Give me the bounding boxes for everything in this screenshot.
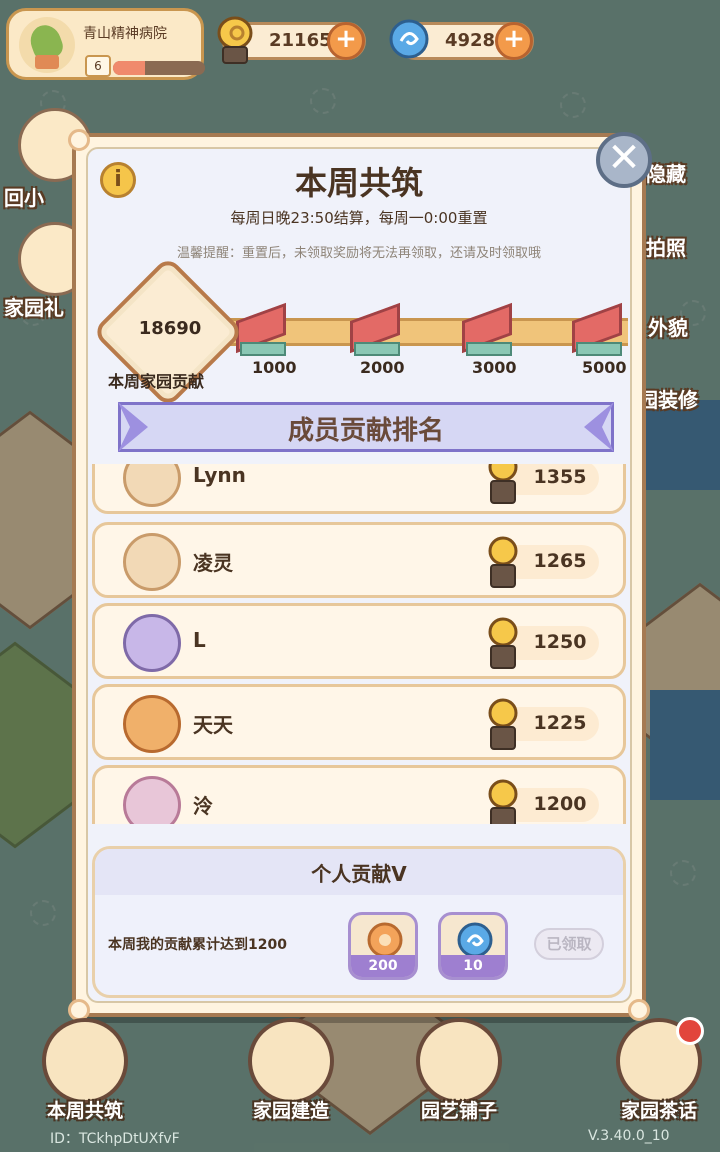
ranking-title: 成员贡献排名 [287,416,444,446]
add-gem-button[interactable]: + [495,22,533,60]
ranking-list[interactable]: Lynn 1355 凌灵 1265 L 1250 天天 1225 泠 1200 [92,464,626,824]
blue-swirl-icon [457,922,493,958]
milestone-label: 1000 [252,358,297,377]
nav-label: 本周共筑 [46,1100,123,1122]
coin-counter: 21165 + [217,16,366,64]
member-name: L [193,628,206,652]
reward-item[interactable]: 200 [348,912,418,980]
level-badge: 6 [85,55,111,77]
player-id: ID：TCkhpDtUXfvF [50,1131,180,1147]
reward-count: 200 [351,955,415,977]
home-profile-card[interactable]: 青山精神病院 6 [6,8,205,80]
reward-ribbon-icon[interactable] [346,302,404,358]
corner-ornament [68,129,90,151]
side-label: 隐藏 [646,162,686,186]
total-contribution-label: 本周家园贡献 [108,372,205,391]
reward-ribbon-icon[interactable] [568,302,626,358]
reward-ribbon-icon[interactable] [232,302,290,358]
member-name: 凌灵 [193,551,233,575]
bar-chart-icon [42,1018,128,1104]
side-label: 拍照 [646,236,686,260]
add-coin-button[interactable]: + [327,22,365,60]
side-label: 园装修 [638,388,698,412]
total-contribution-value: 18690 [138,318,202,339]
notification-dot [676,1017,704,1045]
avatar [123,464,181,507]
plant-icon [19,17,75,73]
blue-swirl-icon [389,19,429,59]
milestone-label: 2000 [360,358,405,377]
ranking-row[interactable]: 天天 1225 [92,684,626,760]
side-label: 外貌 [648,316,688,340]
nav-garden-shop[interactable]: 园艺铺子 [404,1018,514,1128]
ranking-row[interactable]: L 1250 [92,603,626,679]
snail-trophy-icon [217,16,253,64]
nav-label: 家园茶话 [620,1100,697,1122]
member-score: 1355 [533,466,587,488]
reward-item[interactable]: 10 [438,912,508,980]
nav-home-build[interactable]: 家园建造 [236,1018,346,1128]
gem-counter: 4928 + [389,19,534,60]
ranking-row[interactable]: Lynn 1355 [92,464,626,514]
milestone-label: 3000 [472,358,517,377]
reward-count: 10 [441,955,505,977]
avatar [123,776,181,824]
personal-desc: 本周我的贡献累计达到1200 [108,937,287,953]
avatar [123,614,181,672]
reward-ribbon-icon[interactable] [458,302,516,358]
panel-title: 本周共筑 [294,164,423,202]
nav-weekly-build[interactable]: 本周共筑 [30,1018,140,1128]
member-score: 1200 [533,793,587,815]
personal-title[interactable]: 个人贡献V [92,858,626,887]
version-text: V.3.40.0_10 [588,1128,670,1144]
brick-trowel-icon [248,1018,334,1104]
avatar [123,695,181,753]
coin-value: 21165 [269,30,332,51]
nav-label: 园艺铺子 [420,1100,497,1122]
level-progress-bar [113,61,205,75]
orange-token-icon [367,922,403,958]
gem-value: 4928 [444,30,496,51]
claimed-button[interactable]: 已领取 [534,928,604,960]
ranking-row[interactable]: 泠 1200 [92,765,626,824]
nav-label: 家园建造 [252,1100,329,1122]
tip-text: 温馨提醒：重置后，未领取奖励将无法再领取，还请及时领取哦 [176,246,541,261]
member-score: 1250 [533,631,587,653]
member-name: Lynn [193,464,246,487]
ranking-row[interactable]: 凌灵 1265 [92,522,626,598]
member-score: 1225 [533,712,587,734]
schedule-text: 每周日晚23:50结算，每周一0:00重置 [230,209,488,227]
home-name: 青山精神病院 [83,26,167,42]
milestone-label: 5000 [582,358,627,377]
avatar [123,533,181,591]
member-name: 泠 [193,794,213,818]
member-score: 1265 [533,550,587,572]
flower-basket-icon [416,1018,502,1104]
member-name: 天天 [193,713,233,737]
